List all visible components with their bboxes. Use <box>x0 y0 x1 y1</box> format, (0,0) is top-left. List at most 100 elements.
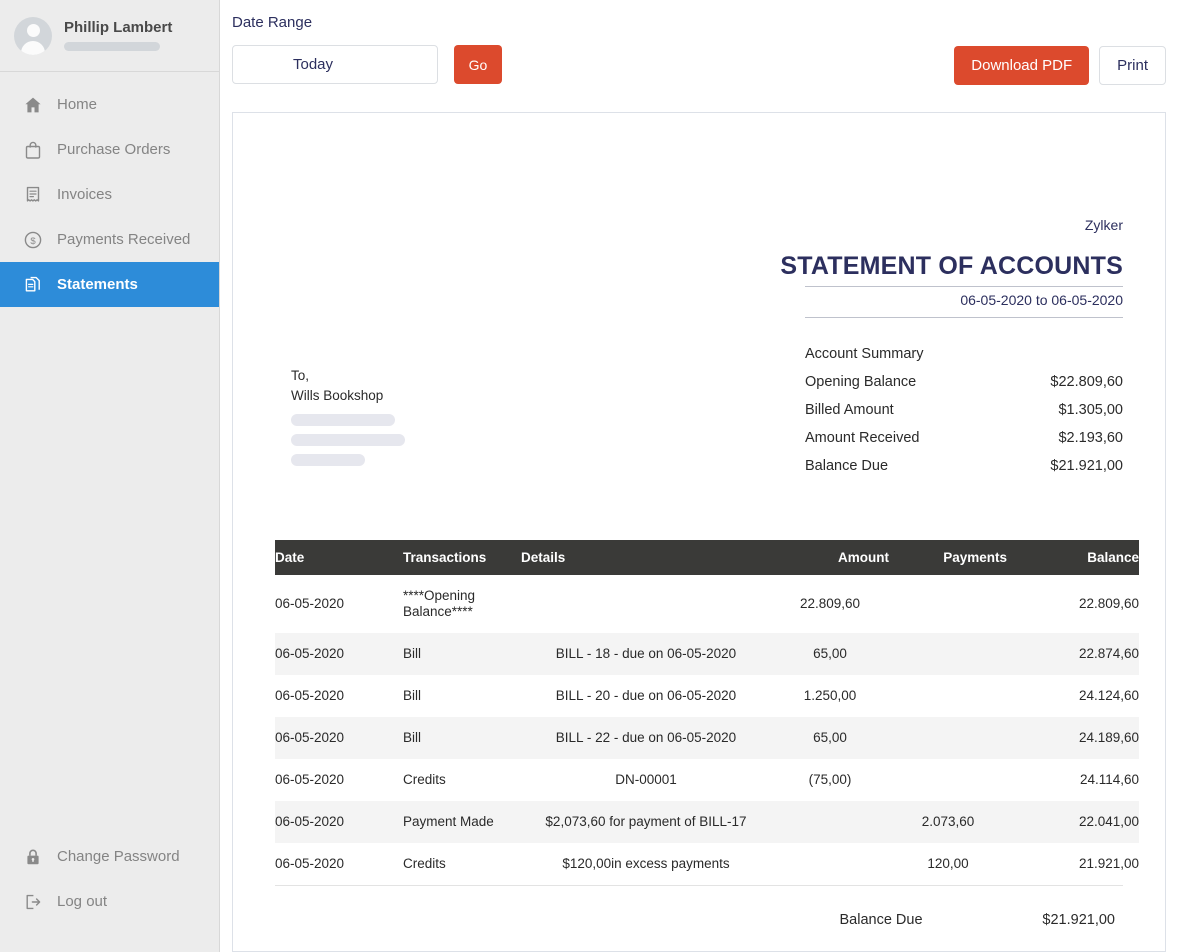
cell-payments <box>889 633 1007 675</box>
column-header-payments: Payments <box>889 540 1007 575</box>
recipient-name: Wills Bookshop <box>291 386 405 406</box>
sidebar-item-purchase-orders[interactable]: Purchase Orders <box>0 127 219 172</box>
toolbar: Date Range Go Download PDF Print <box>232 0 1166 112</box>
sidebar-item-label: Change Password <box>57 848 180 865</box>
sidebar-item-log-out[interactable]: Log out <box>0 879 219 924</box>
organization-name: Zylker <box>275 113 1123 233</box>
cell-amount: 65,00 <box>771 717 889 759</box>
cell-date: 06-05-2020 <box>275 759 403 801</box>
account-summary-title: Account Summary <box>805 346 1123 362</box>
summary-value: $22.809,60 <box>1050 374 1123 390</box>
cell-transaction: ****Opening Balance**** <box>403 575 521 633</box>
summary-value: $21.921,00 <box>1050 458 1123 474</box>
cell-amount <box>771 843 889 885</box>
cell-details: BILL - 22 - due on 06-05-2020 <box>521 717 771 759</box>
toolbar-actions: Download PDF Print <box>954 46 1166 85</box>
sidebar-item-invoices[interactable]: Invoices <box>0 172 219 217</box>
home-icon <box>22 94 43 115</box>
cell-amount: 65,00 <box>771 633 889 675</box>
date-range-input[interactable] <box>232 45 438 84</box>
cell-details: DN-00001 <box>521 759 771 801</box>
cell-details: BILL - 20 - due on 06-05-2020 <box>521 675 771 717</box>
sidebar-item-label: Log out <box>57 893 107 910</box>
cell-payments: 2.073,60 <box>889 801 1007 843</box>
table-row: 06-05-2020 Credits DN-00001 (75,00) 24.1… <box>275 759 1139 801</box>
dollar-circle-icon: $ <box>22 229 43 250</box>
summary-row-balance-due: Balance Due $21.921,00 <box>805 458 1123 474</box>
cell-amount: 22.809,60 <box>771 575 889 633</box>
statement-header: STATEMENT OF ACCOUNTS 06-05-2020 to 06-0… <box>275 253 1123 318</box>
download-pdf-button[interactable]: Download PDF <box>954 46 1089 85</box>
recipient-block: To, Wills Bookshop <box>291 366 405 466</box>
cell-payments <box>889 759 1007 801</box>
sidebar-item-label: Payments Received <box>57 231 190 248</box>
bag-icon <box>22 139 43 160</box>
column-header-amount: Amount <box>771 540 889 575</box>
cell-payments: 120,00 <box>889 843 1007 885</box>
cell-balance: 24.189,60 <box>1007 717 1139 759</box>
cell-date: 06-05-2020 <box>275 843 403 885</box>
account-summary: Account Summary Opening Balance $22.809,… <box>805 346 1123 486</box>
table-row: 06-05-2020 Bill BILL - 20 - due on 06-05… <box>275 675 1139 717</box>
summary-label: Billed Amount <box>805 402 894 418</box>
cell-transaction: Credits <box>403 843 521 885</box>
address-line-placeholder <box>291 454 365 466</box>
cell-balance: 22.874,60 <box>1007 633 1139 675</box>
address-line-placeholder <box>291 414 395 426</box>
cell-payments <box>889 717 1007 759</box>
sidebar: Phillip Lambert Home Purchase Orders <box>0 0 220 952</box>
sidebar-item-payments-received[interactable]: $ Payments Received <box>0 217 219 262</box>
receipt-icon <box>22 184 43 205</box>
page-title: STATEMENT OF ACCOUNTS <box>275 253 1123 281</box>
balance-due-summary: Balance Due $21.921,00 <box>275 886 1123 928</box>
app-root: Phillip Lambert Home Purchase Orders <box>0 0 1200 952</box>
cell-transaction: Bill <box>403 675 521 717</box>
summary-value: $2.193,60 <box>1058 430 1123 446</box>
statement-date-range: 06-05-2020 to 06-05-2020 <box>275 287 1123 312</box>
cell-amount <box>771 801 889 843</box>
summary-row-billed-amount: Billed Amount $1.305,00 <box>805 402 1123 418</box>
cell-date: 06-05-2020 <box>275 717 403 759</box>
profile-name: Phillip Lambert <box>64 20 172 35</box>
sidebar-item-label: Invoices <box>57 186 112 203</box>
balance-due-value: $21.921,00 <box>991 912 1123 928</box>
cell-transaction: Payment Made <box>403 801 521 843</box>
summary-label: Amount Received <box>805 430 919 446</box>
cell-balance: 21.921,00 <box>1007 843 1139 885</box>
main-content: Date Range Go Download PDF Print Zylker … <box>220 0 1200 952</box>
table-row: 06-05-2020 Bill BILL - 22 - due on 06-05… <box>275 717 1139 759</box>
cell-amount: 1.250,00 <box>771 675 889 717</box>
cell-balance: 24.114,60 <box>1007 759 1139 801</box>
cell-details: $120,00in excess payments <box>521 843 771 885</box>
cell-payments <box>889 675 1007 717</box>
table-row: 06-05-2020 Payment Made $2,073,60 for pa… <box>275 801 1139 843</box>
table-head: Date Transactions Details Amount Payment… <box>275 540 1139 575</box>
sidebar-item-home[interactable]: Home <box>0 82 219 127</box>
summary-row-opening-balance: Opening Balance $22.809,60 <box>805 374 1123 390</box>
balance-due-label: Balance Due <box>771 912 991 928</box>
summary-value: $1.305,00 <box>1058 402 1123 418</box>
cell-balance: 24.124,60 <box>1007 675 1139 717</box>
address-line-placeholder <box>291 434 405 446</box>
cell-balance: 22.809,60 <box>1007 575 1139 633</box>
cell-details: BILL - 18 - due on 06-05-2020 <box>521 633 771 675</box>
sidebar-item-statements[interactable]: Statements <box>0 262 219 307</box>
logout-icon <box>22 891 43 912</box>
cell-balance: 22.041,00 <box>1007 801 1139 843</box>
summary-label: Opening Balance <box>805 374 916 390</box>
cell-date: 06-05-2020 <box>275 801 403 843</box>
sidebar-nav: Home Purchase Orders Invoices $ Payments… <box>0 72 219 307</box>
print-button[interactable]: Print <box>1099 46 1166 85</box>
cell-details <box>521 575 771 633</box>
lock-icon <box>22 846 43 867</box>
sidebar-item-label: Purchase Orders <box>57 141 170 158</box>
go-button[interactable]: Go <box>454 45 502 84</box>
sidebar-item-change-password[interactable]: Change Password <box>0 834 219 879</box>
statement-meta: To, Wills Bookshop Account Summary Openi… <box>275 318 1123 518</box>
documents-icon <box>22 274 43 295</box>
table-row: 06-05-2020 Bill BILL - 18 - due on 06-05… <box>275 633 1139 675</box>
sidebar-bottom-nav: Change Password Log out <box>0 834 219 924</box>
transactions-table: Date Transactions Details Amount Payment… <box>275 540 1139 885</box>
cell-details: $2,073,60 for payment of BILL-17 <box>521 801 771 843</box>
table-body: 06-05-2020 ****Opening Balance**** 22.80… <box>275 575 1139 885</box>
